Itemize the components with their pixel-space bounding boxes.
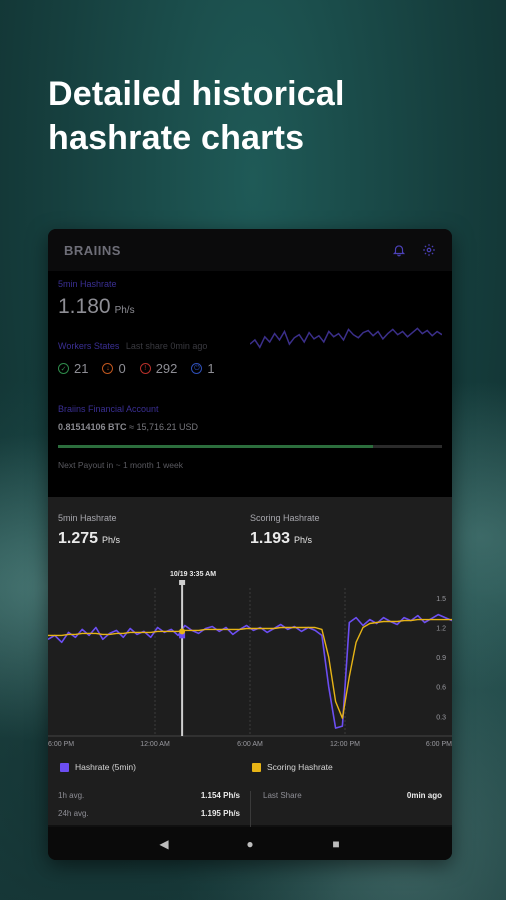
btc-balance: 0.81514106 BTC bbox=[58, 422, 127, 432]
y-tick-label: 1.5 bbox=[436, 596, 446, 603]
workers-disabled-count: 1 bbox=[207, 361, 215, 376]
home-button[interactable]: ● bbox=[207, 837, 293, 851]
alert-icon: ! bbox=[139, 363, 151, 374]
chart-cursor-tooltip: 10/19 3:35 AM bbox=[170, 571, 217, 578]
last-share-value: 0min ago bbox=[406, 791, 442, 800]
stat-5min-label: 5min Hashrate bbox=[58, 513, 117, 523]
workers-low: ↓ 0 bbox=[102, 361, 126, 376]
bell-icon[interactable] bbox=[392, 243, 406, 257]
financial-account-section[interactable]: Braiins Financial Account 0.81514106 BTC… bbox=[58, 404, 442, 470]
hashrate-value: 1.180 Ph/s bbox=[58, 295, 442, 319]
workers-disabled: ⏻ 1 bbox=[191, 361, 215, 376]
page-title: Detailed historical hashrate charts bbox=[48, 75, 345, 157]
workers-off: ! 292 bbox=[139, 361, 178, 376]
workers-low-count: 0 bbox=[118, 361, 126, 376]
workers-ok-count: 21 bbox=[74, 361, 89, 376]
stat-5min: 5min Hashrate 1.275 Ph/s bbox=[58, 513, 250, 548]
last-share-label: Last Share bbox=[263, 791, 302, 800]
avg-1h-label: 1h avg. bbox=[58, 791, 85, 800]
stat-5min-value: 1.275 Ph/s bbox=[58, 530, 250, 548]
stat-scoring-label: Scoring Hashrate bbox=[250, 513, 320, 523]
stat-scoring-unit: Ph/s bbox=[294, 535, 313, 545]
y-tick-label: 0.6 bbox=[436, 685, 446, 692]
x-tick-label: 6:00 PM bbox=[426, 741, 452, 748]
averages-column: 1h avg. 1.154 Ph/s 24h avg. 1.195 Ph/s bbox=[58, 791, 251, 827]
y-tick-label: 0.9 bbox=[436, 655, 446, 662]
usd-balance: ≈ 15,716.21 USD bbox=[129, 422, 199, 432]
hashrate-unit: Ph/s bbox=[114, 305, 135, 316]
stat-5min-unit: Ph/s bbox=[102, 535, 121, 545]
back-button[interactable]: ◀ bbox=[121, 837, 207, 851]
last-share-text: Last share 0min ago bbox=[125, 341, 208, 351]
averages-section: 1h avg. 1.154 Ph/s 24h avg. 1.195 Ph/s L… bbox=[58, 791, 442, 827]
recents-button[interactable]: ■ bbox=[293, 837, 379, 851]
cursor-point-scoring bbox=[179, 628, 186, 635]
stat-scoring: Scoring Hashrate 1.193 Ph/s bbox=[250, 513, 442, 548]
x-tick-label: 12:00 AM bbox=[140, 741, 170, 748]
android-nav-bar: ◀ ● ■ bbox=[48, 827, 452, 860]
legend-hashrate-label: Hashrate (5min) bbox=[75, 762, 136, 772]
workers-title: Workers States bbox=[58, 341, 120, 351]
workers-ok: ✓ 21 bbox=[58, 361, 88, 376]
dashboard-panel: 5min Hashrate 1.180 Ph/s Workers States L… bbox=[48, 271, 452, 497]
x-tick-label: 12:00 PM bbox=[330, 741, 360, 748]
legend-scoring[interactable]: Scoring Hashrate bbox=[252, 762, 444, 772]
legend-swatch-hashrate bbox=[60, 762, 69, 772]
stat-pair: 5min Hashrate 1.275 Ph/s Scoring Hashrate… bbox=[48, 497, 452, 548]
hashrate-detail-panel: 5min Hashrate 1.275 Ph/s Scoring Hashrate… bbox=[48, 497, 452, 827]
legend-swatch-scoring bbox=[252, 762, 261, 772]
cursor-handle bbox=[179, 580, 186, 585]
x-tick-label: 6:00 PM bbox=[48, 741, 74, 748]
check-icon: ✓ bbox=[58, 363, 69, 374]
stat-scoring-value: 1.193 Ph/s bbox=[250, 530, 442, 548]
power-icon: ⏻ bbox=[191, 363, 203, 374]
app-window: BRAIINS 5min Hashrate 1.180 Ph/s Workers … bbox=[48, 229, 452, 860]
legend-hashrate[interactable]: Hashrate (5min) bbox=[60, 762, 252, 772]
brand-logo: BRAIINS bbox=[64, 242, 121, 258]
hashrate-series-line bbox=[48, 613, 452, 729]
account-label: Braiins Financial Account bbox=[58, 404, 159, 414]
avg-24h-row: 24h avg. 1.195 Ph/s bbox=[58, 809, 240, 818]
sparkline-line bbox=[250, 327, 442, 349]
x-tick-label: 6:00 AM bbox=[237, 741, 263, 748]
hashrate-chart[interactable]: 1.5 1.2 0.9 0.6 0.3 6:00 PM 12:00 AM 6:00 AM 12:… bbox=[48, 580, 452, 750]
hashrate-sparkline bbox=[250, 327, 442, 349]
avg-1h-value: 1.154 Ph/s bbox=[200, 791, 240, 800]
avg-24h-label: 24h avg. bbox=[58, 809, 89, 818]
stat-5min-number: 1.275 bbox=[58, 530, 99, 547]
stat-scoring-number: 1.193 bbox=[250, 530, 291, 547]
avg-1h-row: 1h avg. 1.154 Ph/s bbox=[58, 791, 240, 800]
y-tick-label: 0.3 bbox=[436, 714, 446, 721]
gear-icon[interactable] bbox=[422, 243, 436, 257]
y-tick-label: 1.2 bbox=[436, 625, 446, 632]
payout-progress-fill bbox=[58, 445, 373, 448]
hashrate-number: 1.180 bbox=[58, 295, 111, 318]
worker-stats: ✓ 21 ↓ 0 ! 292 ⏻ 1 bbox=[58, 361, 442, 376]
last-share-column: Last Share 0min ago bbox=[251, 791, 442, 827]
workers-off-count: 292 bbox=[155, 361, 178, 376]
payout-progress-bar bbox=[58, 445, 442, 448]
chart-legend: Hashrate (5min) Scoring Hashrate bbox=[60, 762, 450, 772]
app-bar: BRAIINS bbox=[48, 229, 452, 271]
legend-scoring-label: Scoring Hashrate bbox=[267, 762, 333, 772]
balance-line: 0.81514106 BTC ≈ 15,716.21 USD bbox=[58, 422, 442, 432]
hashrate-label: 5min Hashrate bbox=[58, 279, 117, 289]
arrow-down-icon: ↓ bbox=[102, 363, 114, 374]
avg-24h-value: 1.195 Ph/s bbox=[200, 809, 240, 818]
payout-text: Next Payout in ~ 1 month 1 week bbox=[58, 460, 183, 470]
